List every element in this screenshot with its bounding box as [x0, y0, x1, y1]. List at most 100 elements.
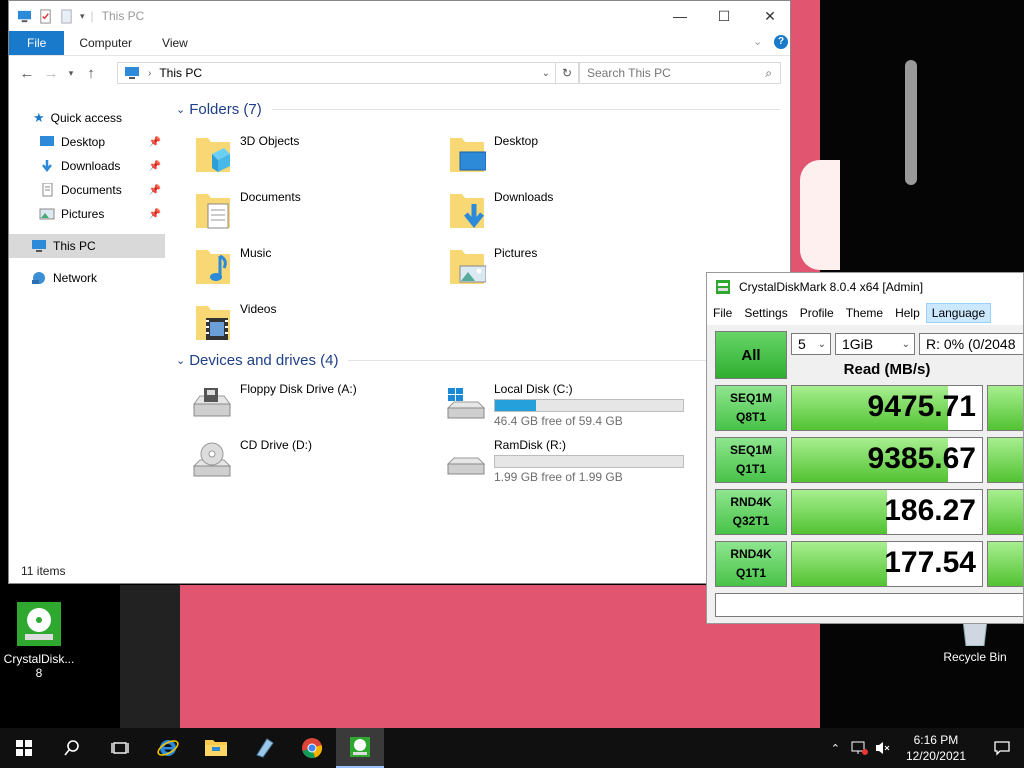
app-icon: [256, 738, 274, 758]
search-input[interactable]: Search This PC ⌕: [579, 62, 781, 84]
task-view-button[interactable]: [96, 728, 144, 768]
pictures-folder-icon: [39, 208, 55, 220]
search-icon: [64, 740, 79, 756]
this-pc-icon: [32, 240, 46, 252]
menu-theme[interactable]: Theme: [840, 303, 889, 323]
folder-item-music[interactable]: Music: [172, 238, 412, 288]
up-arrow-icon[interactable]: ↑: [79, 65, 103, 82]
expand-ribbon-icon[interactable]: ⌄: [753, 35, 762, 48]
floppy-drive-icon: [193, 388, 231, 417]
sidebar-item-pictures[interactable]: Pictures 📌: [9, 202, 165, 226]
help-icon[interactable]: ?: [774, 35, 788, 49]
test-run-button[interactable]: SEQ1M Q1T1: [715, 437, 787, 483]
back-arrow-icon[interactable]: ←: [15, 65, 39, 82]
clock[interactable]: 6:16 PM 12/20/2021: [906, 732, 966, 764]
menu-help[interactable]: Help: [889, 303, 926, 323]
address-field[interactable]: › This PC ⌄ ↻: [117, 62, 579, 84]
local-disk-icon: [446, 388, 486, 419]
folder-item-3d-objects[interactable]: 3D Objects: [172, 126, 412, 176]
drive-label: CD Drive (D:): [240, 438, 312, 452]
menu-profile[interactable]: Profile: [794, 303, 840, 323]
close-button[interactable]: ✕: [747, 1, 793, 31]
volume-muted-icon[interactable]: [874, 740, 892, 756]
pin-icon[interactable]: 📌: [149, 161, 161, 172]
drives-group-header[interactable]: ⌄ Devices and drives (4): [172, 347, 786, 373]
folders-group-header[interactable]: ⌄ Folders (7): [172, 96, 786, 122]
sidebar-item-network[interactable]: Network: [9, 266, 165, 290]
pin-icon[interactable]: 📌: [149, 209, 161, 220]
folder-item-desktop[interactable]: Desktop: [426, 126, 666, 176]
menu-language[interactable]: Language: [925, 303, 992, 323]
test-label-line: SEQ1M: [729, 443, 772, 457]
folder-item-downloads[interactable]: Downloads: [426, 182, 666, 232]
test-run-button[interactable]: SEQ1M Q8T1: [715, 385, 787, 431]
test-run-button[interactable]: RND4K Q1T1: [715, 541, 787, 587]
explorer-titlebar[interactable]: ▾ | This PC — ☐ ✕: [9, 1, 790, 31]
test-count-select[interactable]: 5 ⌄: [791, 333, 831, 355]
sidebar-item-downloads[interactable]: Downloads 📌: [9, 154, 165, 178]
test-label-line: Q8T1: [735, 410, 766, 424]
desktop-icon-crystaldiskmark[interactable]: CrystalDisk... 8: [1, 600, 77, 680]
read-result-value: 186.27: [884, 494, 976, 527]
write-result-cell: [987, 437, 1023, 483]
sidebar-item-documents[interactable]: Documents 📌: [9, 178, 165, 202]
drive-usage-bar: [494, 399, 684, 412]
pin-icon[interactable]: 📌: [149, 185, 161, 196]
menu-settings[interactable]: Settings: [738, 303, 793, 323]
downloads-folder-icon: [450, 194, 484, 229]
maximize-button[interactable]: ☐: [701, 1, 747, 31]
taskbar-file-explorer[interactable]: [192, 728, 240, 768]
action-center-button[interactable]: [980, 728, 1024, 768]
properties-icon[interactable]: [38, 8, 53, 24]
tab-computer[interactable]: Computer: [64, 31, 147, 55]
sidebar-item-this-pc[interactable]: This PC: [9, 234, 165, 258]
drive-item-cd-d[interactable]: CD Drive (D:): [172, 432, 422, 482]
result-meter-fill: [792, 542, 887, 586]
refresh-icon[interactable]: ↻: [555, 63, 578, 83]
chevron-down-icon[interactable]: ▾: [80, 11, 85, 22]
taskbar-app[interactable]: [240, 728, 288, 768]
folder-item-pictures[interactable]: Pictures: [426, 238, 666, 288]
recent-locations-icon[interactable]: ▾: [63, 68, 79, 79]
forward-arrow-icon[interactable]: →: [39, 65, 63, 82]
new-folder-icon[interactable]: [59, 8, 74, 24]
target-drive-select[interactable]: R: 0% (0/2048: [919, 333, 1023, 355]
network-icon[interactable]: [850, 740, 868, 756]
group-title: Devices and drives (4): [189, 351, 339, 369]
chrome-icon: [302, 738, 323, 759]
taskbar-internet-explorer[interactable]: [144, 728, 192, 768]
folder-label: Videos: [240, 302, 277, 316]
folder-label: Pictures: [494, 246, 538, 260]
taskbar-chrome[interactable]: [288, 728, 336, 768]
breadcrumb-chevron-icon: ›: [148, 67, 152, 79]
desktop-icon-label: CrystalDisk... 8: [3, 652, 75, 680]
tab-file[interactable]: File: [9, 31, 65, 55]
sidebar-item-desktop[interactable]: Desktop 📌: [9, 130, 165, 154]
test-run-button[interactable]: RND4K Q32T1: [715, 489, 787, 535]
chevron-up-icon[interactable]: ⌃: [831, 742, 840, 755]
folder-item-videos[interactable]: Videos: [172, 294, 412, 344]
notification-icon: [994, 741, 1010, 756]
drive-item-floppy-a[interactable]: Floppy Disk Drive (A:): [172, 376, 422, 426]
crystaldiskmark-window[interactable]: CrystalDiskMark 8.0.4 x64 [Admin] File S…: [706, 272, 1024, 624]
file-explorer-window[interactable]: ▾ | This PC — ☐ ✕ File Computer View ⌄ ?…: [8, 0, 791, 584]
minimize-button[interactable]: —: [657, 1, 703, 31]
start-button[interactable]: [0, 728, 48, 768]
tab-view[interactable]: View: [147, 31, 203, 55]
folder-item-documents[interactable]: Documents: [172, 182, 412, 232]
sidebar-item-quick-access[interactable]: ★ Quick access: [9, 106, 165, 130]
comment-input[interactable]: [715, 593, 1023, 617]
drive-item-local-c[interactable]: Local Disk (C:) 46.4 GB free of 59.4 GB: [426, 376, 684, 428]
cdm-titlebar[interactable]: CrystalDiskMark 8.0.4 x64 [Admin]: [707, 273, 1023, 301]
pin-icon[interactable]: 📌: [149, 137, 161, 148]
menu-file[interactable]: File: [707, 303, 738, 323]
folder-label: Desktop: [494, 134, 539, 148]
read-result-value: 9475.71: [867, 390, 976, 423]
run-all-button[interactable]: All: [715, 331, 787, 379]
taskbar-crystaldiskmark[interactable]: [336, 728, 384, 768]
crystaldiskmark-icon: [716, 280, 730, 294]
test-size-select[interactable]: 1GiB ⌄: [835, 333, 915, 355]
search-button[interactable]: [48, 728, 96, 768]
address-dropdown-icon[interactable]: ⌄: [542, 68, 550, 79]
drive-item-ramdisk-r[interactable]: RamDisk (R:) 1.99 GB free of 1.99 GB: [426, 432, 684, 484]
